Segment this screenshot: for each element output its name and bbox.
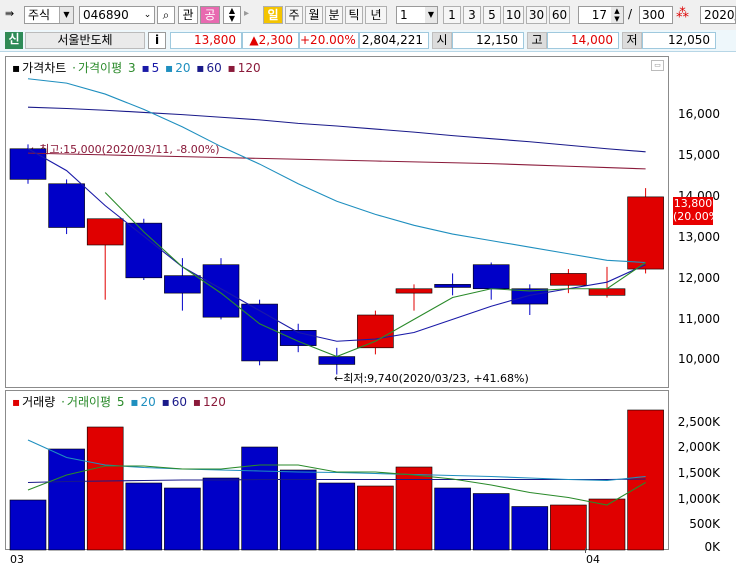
candle-body: [434, 284, 471, 288]
candle-body: [627, 196, 664, 270]
volume-bar: [86, 426, 124, 551]
volume-bar: [125, 482, 163, 551]
volume-bar: [202, 477, 240, 551]
volume-bar: [511, 506, 549, 551]
candle-body: [588, 288, 626, 296]
volume-bar: [550, 504, 587, 551]
candle-body: [318, 356, 356, 365]
volume-bar: [279, 469, 317, 551]
candle-body: [472, 264, 510, 290]
candle-body: [164, 275, 201, 294]
candle-body: [395, 288, 433, 294]
candle-body: [48, 183, 85, 228]
x-axis-label: 03: [10, 553, 24, 566]
volume-bar: [318, 482, 356, 551]
ma120-line: [27, 152, 646, 170]
candle-body: [550, 273, 587, 286]
volume-bar: [48, 448, 85, 551]
candle-body: [241, 303, 278, 362]
candle-body: [357, 314, 394, 349]
candle-body: [86, 218, 124, 246]
x-axis-tick: [585, 548, 586, 553]
volume-bar: [588, 498, 626, 551]
volume-bar: [627, 409, 664, 551]
candle-body: [202, 264, 240, 318]
volume-bar: [164, 487, 201, 551]
volume-bar: [9, 499, 47, 551]
x-axis-label: 04: [586, 553, 600, 566]
volume-bar: [241, 446, 278, 551]
volume-bar: [357, 485, 394, 551]
price-chart-canvas: [9, 78, 664, 551]
volume-bar: [434, 487, 471, 551]
ma60-line: [27, 106, 646, 153]
volume-bar: [472, 493, 510, 551]
